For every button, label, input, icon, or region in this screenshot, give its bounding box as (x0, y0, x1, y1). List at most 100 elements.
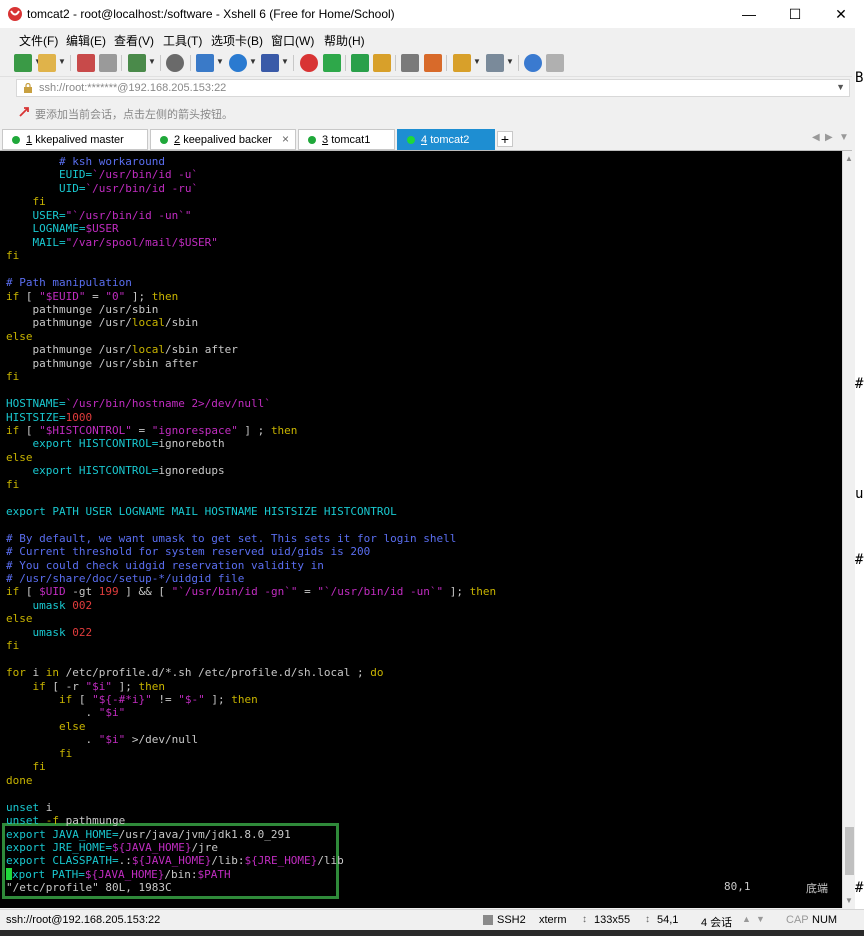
terminal-line: else (6, 330, 33, 343)
tab-session-4[interactable]: 4 tomcat2 (397, 129, 495, 150)
terminal-token: "$i" (98, 733, 126, 747)
cursor-icon: ↕ (645, 914, 650, 925)
terminal-token: then (231, 693, 258, 706)
open-dropdown-icon[interactable]: ▼ (58, 57, 66, 66)
tab-prev-icon[interactable]: ◀ (812, 132, 820, 143)
terminal-token: CLASSPATH= (52, 854, 119, 868)
tab-session-1[interactable]: 1 kkepalived master (2, 129, 148, 150)
globe-icon[interactable] (229, 54, 247, 72)
maximize-button[interactable]: ☐ (772, 0, 818, 28)
terminal-token: pathmunge (65, 814, 126, 828)
terminal-token: "`/usr/bin/id -gn`" (171, 585, 298, 599)
terminal-line: LOGNAME=$USER (6, 222, 119, 236)
terminal-token: /usr/java/jvm/jdk1.8.0_291 (118, 827, 291, 841)
terminal-token: in (45, 666, 59, 680)
arrow-pin-icon[interactable] (18, 106, 30, 118)
menu-bar: 文件(F) 编辑(E) 查看(V) 工具(T) 选项卡(B) 窗口(W) 帮助(… (0, 28, 852, 50)
close-tab-icon[interactable]: × (282, 132, 289, 146)
title-bar: tomcat2 - root@localhost:/software - Xsh… (0, 0, 864, 28)
terminal-token: LOGNAME= (6, 222, 86, 236)
terminal-scrollbar[interactable]: ▲ ▼ (842, 151, 856, 908)
terminal-token: 002 (72, 598, 93, 612)
menu-file[interactable]: 文件(F) (19, 32, 58, 49)
open-folder-icon[interactable] (38, 54, 56, 72)
terminal-token: "ignorespace" (151, 424, 238, 437)
address-dropdown-icon[interactable]: ▼ (836, 82, 845, 92)
terminal-line: for i in /etc/profile.d/*.sh /etc/profil… (6, 666, 384, 679)
tab-session-2[interactable]: 2 keepalived backer × (150, 129, 296, 150)
menu-view[interactable]: 查看(V) (114, 32, 154, 49)
add-tab-button[interactable]: + (497, 131, 513, 147)
terminal-token: "/etc/profile" 80L, 1983C (6, 881, 172, 895)
terminal-token: if (6, 289, 20, 303)
reconnect-icon[interactable] (99, 54, 117, 72)
ssh-lock-icon (483, 915, 493, 925)
highlight-icon[interactable] (424, 54, 442, 72)
terminal-line: pathmunge /usr/sbin after (6, 357, 198, 370)
terminal-token: then (138, 679, 166, 693)
terminal-token: USER= (6, 208, 66, 222)
script-dropdown-icon[interactable]: ▼ (473, 57, 481, 66)
menu-tools[interactable]: 工具(T) (163, 32, 202, 49)
terminal-line: pathmunge /usr/local/sbin after (6, 343, 237, 357)
terminal-token: = (297, 585, 318, 599)
help-icon[interactable] (524, 54, 542, 72)
terminal-line: # You could check uidgid reservation val… (6, 559, 324, 572)
tab-layout-icon[interactable] (486, 54, 504, 72)
terminal-token: # /usr/share/doc/setup-*/uidgid file (6, 571, 245, 585)
terminal-line: . "$i" (6, 706, 125, 719)
tab-menu-icon[interactable]: ▼ (839, 132, 849, 143)
terminal-token: then (469, 585, 497, 599)
terminal-output[interactable]: 80,1 底端 # ksh workaround EUID=`/usr/bin/… (0, 151, 842, 908)
menu-window[interactable]: 窗口(W) (271, 32, 314, 49)
tab-session-3[interactable]: 3 tomcat1 (298, 129, 395, 150)
hint-bar: 要添加当前会话，点击左侧的箭头按钮。 (0, 100, 852, 124)
font-dropdown-icon[interactable]: ▼ (281, 57, 289, 66)
fullscreen-icon[interactable] (351, 54, 369, 72)
session-down-icon[interactable]: ▼ (756, 914, 765, 924)
menu-edit[interactable]: 编辑(E) (66, 32, 106, 49)
terminal-token: [ -r (45, 679, 86, 693)
status-size: 133x55 (594, 914, 631, 926)
terminal-token: "${-#*i}" (92, 693, 152, 706)
terminal-token: if (6, 424, 20, 437)
xshell-icon[interactable] (300, 54, 318, 72)
xshell-logo-icon (8, 7, 22, 21)
address-input[interactable]: ssh://root:*******@192.168.205.153:22 ▼ (16, 79, 850, 97)
toolbar-separator (293, 55, 294, 71)
new-session-icon[interactable] (14, 54, 32, 72)
properties-icon[interactable] (128, 54, 146, 72)
terminal-token: /lib (317, 854, 344, 868)
script-icon[interactable] (453, 54, 471, 72)
disconnect-icon[interactable] (77, 54, 95, 72)
font-icon[interactable] (261, 54, 279, 72)
minimize-button[interactable]: — (726, 0, 772, 28)
terminal-line: USER="`/usr/bin/id -un`" (6, 209, 191, 222)
terminal-token: pathmunge /usr/ (6, 343, 132, 357)
properties-dropdown-icon[interactable]: ▼ (148, 57, 156, 66)
layout-icon[interactable] (196, 54, 214, 72)
terminal-token: $UID (39, 585, 66, 599)
layout-dropdown-icon[interactable]: ▼ (216, 57, 224, 66)
terminal-token: export (6, 840, 53, 854)
session-up-icon[interactable]: ▲ (742, 914, 751, 924)
terminal-token: [ (19, 289, 40, 303)
scroll-thumb[interactable] (845, 827, 854, 875)
terminal-token: local (131, 316, 165, 330)
terminal-line: fi (6, 478, 19, 491)
scroll-up-icon[interactable]: ▲ (845, 154, 853, 163)
terminal-line: # Current threshold for system reserved … (6, 545, 370, 558)
lock-icon[interactable] (373, 54, 391, 72)
tab-next-icon[interactable]: ▶ (825, 132, 833, 143)
menu-tabs[interactable]: 选项卡(B) (211, 32, 263, 49)
globe-dropdown-icon[interactable]: ▼ (249, 57, 257, 66)
search-icon[interactable] (166, 54, 184, 72)
terminal-line: export HISTCONTROL=ignoreboth (6, 437, 224, 450)
chat-icon[interactable] (546, 54, 564, 72)
menu-help[interactable]: 帮助(H) (324, 32, 365, 49)
xftp-icon[interactable] (323, 54, 341, 72)
keyboard-icon[interactable] (401, 54, 419, 72)
terminal-token: $USER (85, 222, 119, 236)
scroll-down-icon[interactable]: ▼ (845, 896, 853, 905)
tab-layout-dropdown-icon[interactable]: ▼ (506, 57, 514, 66)
